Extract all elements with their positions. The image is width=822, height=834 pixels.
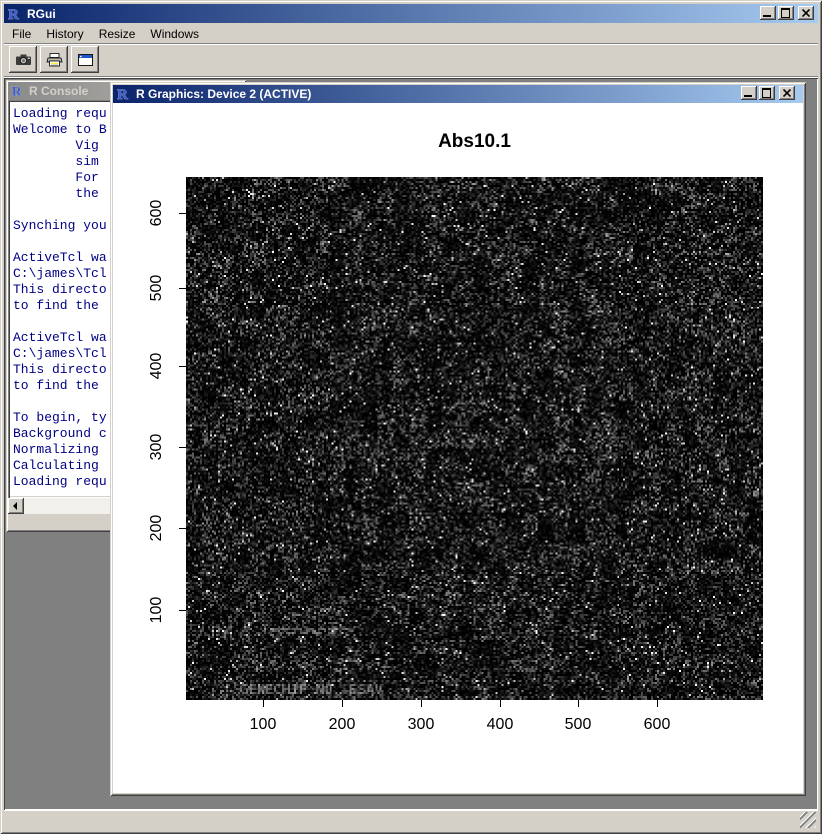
window-bottom-strip <box>4 810 818 830</box>
x-axis-label: 100 <box>233 716 293 734</box>
graphics-titlebar[interactable]: R R Graphics: Device 2 (ACTIVE) <box>113 85 803 103</box>
y-axis-label: 500 <box>147 266 167 310</box>
minimize-icon <box>763 15 771 17</box>
maximize-button[interactable] <box>778 6 794 20</box>
graphics-title: R Graphics: Device 2 (ACTIVE) <box>136 87 311 101</box>
main-window-title: RGui <box>27 7 56 21</box>
maximize-icon <box>762 88 771 98</box>
scroll-left-button[interactable] <box>8 498 24 514</box>
x-axis-label: 500 <box>548 716 608 734</box>
y-axis-label: 300 <box>147 425 167 469</box>
plot-title: Abs10.1 <box>186 131 763 153</box>
x-tick <box>500 700 501 707</box>
graphics-window[interactable]: R R Graphics: Device 2 (ACTIVE) Abs10.1 <box>110 82 806 796</box>
gfx-minimize-button[interactable] <box>741 86 757 100</box>
r-logo-icon: R <box>7 6 23 22</box>
menubar: File History Resize Windows <box>6 25 208 43</box>
gfx-maximize-button[interactable] <box>759 86 775 100</box>
toolbar-top-separator <box>4 43 818 45</box>
printer-icon <box>46 52 63 68</box>
rgui-main-window: R RGui File History Resize Windows <box>0 0 822 834</box>
arrow-left-icon <box>13 502 17 510</box>
window-icon <box>77 52 94 68</box>
x-tick <box>657 700 658 707</box>
console-title: R Console <box>29 84 88 98</box>
minimize-button[interactable] <box>760 6 776 20</box>
close-button[interactable] <box>798 6 814 20</box>
camera-icon <box>15 52 32 68</box>
resize-grip[interactable] <box>800 812 816 828</box>
x-axis-label: 400 <box>470 716 530 734</box>
console-window-button[interactable] <box>71 46 99 73</box>
y-axis-label: 200 <box>147 506 167 550</box>
y-axis-label: 600 <box>147 191 167 235</box>
x-axis-label: 300 <box>391 716 451 734</box>
y-tick <box>179 213 186 214</box>
main-titlebar[interactable]: R RGui <box>4 4 818 23</box>
microarray-image <box>186 177 763 700</box>
y-tick <box>179 447 186 448</box>
x-tick <box>421 700 422 707</box>
y-tick <box>179 528 186 529</box>
y-tick <box>179 610 186 611</box>
close-icon <box>783 89 791 97</box>
menu-history[interactable]: History <box>40 25 89 43</box>
y-tick <box>179 288 186 289</box>
x-tick <box>263 700 264 707</box>
menu-resize[interactable]: Resize <box>93 25 142 43</box>
maximize-icon <box>781 8 790 18</box>
close-icon <box>802 9 810 17</box>
x-axis-label: 200 <box>312 716 372 734</box>
mdi-area: R R Console Loading requWelcome to B Vig… <box>4 78 818 810</box>
minimize-icon <box>744 95 752 97</box>
y-axis-label: 400 <box>147 344 167 388</box>
x-axis-label: 600 <box>627 716 687 734</box>
x-tick <box>342 700 343 707</box>
gfx-close-button[interactable] <box>779 86 795 100</box>
svg-text:R: R <box>8 7 19 22</box>
toolbar <box>9 46 102 73</box>
svg-text:R: R <box>117 87 128 102</box>
graphics-client: Abs10.1 100 200 300 400 500 600 <box>113 103 803 793</box>
y-axis-label: 100 <box>147 588 167 632</box>
x-tick <box>578 700 579 707</box>
r-logo-icon: R <box>11 84 25 98</box>
svg-text:R: R <box>12 84 22 98</box>
print-button[interactable] <box>40 46 68 73</box>
menu-file[interactable]: File <box>6 25 37 43</box>
r-logo-icon: R <box>116 86 132 102</box>
menu-windows[interactable]: Windows <box>144 25 205 43</box>
y-tick <box>179 366 186 367</box>
snapshot-button[interactable] <box>9 46 37 73</box>
